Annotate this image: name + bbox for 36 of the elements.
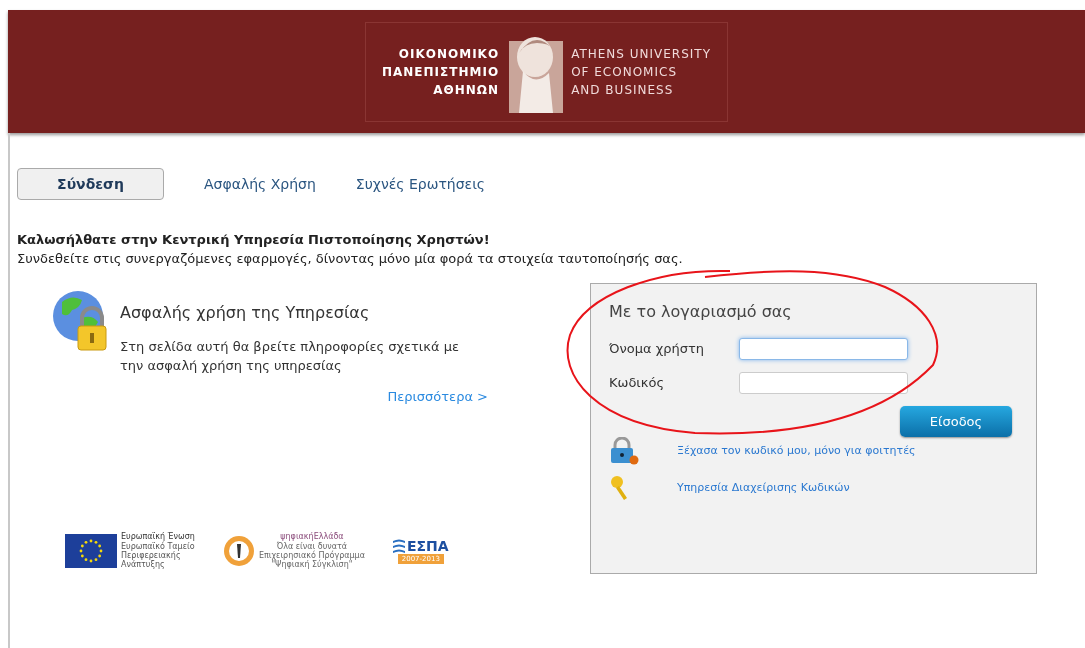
logo-text: Περιφερειακής (121, 551, 181, 560)
digital-logo-icon (222, 533, 255, 568)
info-text: Στη σελίδα αυτή θα βρείτε πληροφορίες σχετικά με την ασφαλή χρήση της υπηρεσίας (120, 338, 460, 375)
help-link[interactable]: Υπηρεσία Διαχείρισης Κωδικών (677, 479, 850, 497)
logo-text: ΠΑΝΕΠΙΣΤΗΜΙΟ (382, 63, 500, 81)
logo-text: ΟΙΚΟΝΟΜΙΚΟ (398, 45, 500, 63)
tab[interactable]: Συχνές Ερωτήσεις (355, 168, 486, 200)
logo-text: OF ECONOMICS (571, 63, 678, 81)
eu-flag-icon (65, 533, 117, 568)
login-button[interactable]: Είσοδος (900, 406, 1012, 437)
tab[interactable]: Σύνδεση (17, 168, 164, 200)
input-field[interactable] (739, 338, 908, 360)
logo-text: Ευρωπαϊκό Ταμείο (121, 542, 195, 551)
logo-text: ATHENS UNIVERSITY (571, 45, 711, 63)
welcome-subtitle: Συνδεθείτε στις συνεργαζόμενες εφαρμογές, δίνοντας μόνο μία φορά τα στοιχεία ταυτοποίησής σας. (17, 250, 684, 268)
tab[interactable]: Ασφαλής Χρήση (204, 168, 316, 200)
lock-warning-icon (609, 437, 639, 465)
logo-text: ΑΘΗΝΩΝ (433, 81, 500, 99)
field-label: Όνομα χρήστη (609, 340, 706, 359)
logo-text: ΕΣΠΑ (407, 538, 449, 553)
logo-text: Ευρωπαϊκή Ένωση (121, 532, 195, 542)
field-label: Κωδικός (609, 374, 665, 393)
logo-text: "Ψηφιακή Σύγκλιση" (271, 560, 353, 569)
logo-text: AND BUSINESS (571, 81, 675, 99)
globe-lock-icon (52, 288, 110, 354)
help-link[interactable]: Ξέχασα τον κωδικό μου, μόνο για φοιτητές (677, 442, 916, 460)
logo-text: ψηφιακήΕλλάδα (280, 532, 344, 541)
waves-icon (393, 537, 405, 554)
logo-text: Ανάπτυξης (121, 560, 165, 569)
more-link[interactable]: Περισσότερα > (387, 387, 488, 407)
welcome-title: Καλωσήλθατε στην Κεντρική Υπηρεσία Πιστοποίησης Χρηστών! (17, 231, 491, 249)
input-field[interactable] (739, 372, 908, 394)
logo-text: Επιχειρησιακό Πρόγραμμα (258, 551, 365, 560)
info-title: Ασφαλής χρήση της Υπηρεσίας (120, 302, 371, 324)
logo-text: Όλα είναι δυνατά (276, 542, 348, 551)
login-title: Με το λογαριασμό σας (609, 302, 792, 321)
